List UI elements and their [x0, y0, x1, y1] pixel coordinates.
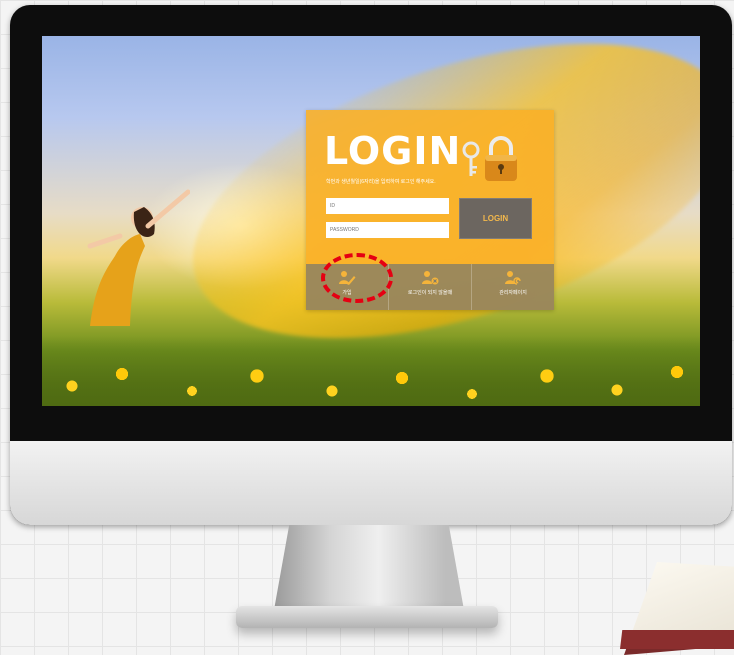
highlight-annotation [321, 253, 393, 303]
id-input[interactable] [326, 198, 449, 214]
login-button[interactable]: LOGIN [459, 198, 532, 239]
login-help-label: 로그인이 되지 않을때 [407, 290, 453, 296]
password-input[interactable] [326, 222, 449, 238]
woman-illustration [87, 189, 190, 326]
admin-page-label: 관리자페이지 [499, 290, 527, 296]
login-instructions: 학번과 생년월일(6자리)을 입력하여 로그인 해주세요. [326, 179, 436, 185]
monitor: LOGIN 학번과 생년월일(6자리)을 입력하여 로그인 해주세요. LOGI… [10, 5, 732, 525]
screen: LOGIN 학번과 생년월일(6자리)을 입력하여 로그인 해주세요. LOGI… [42, 36, 700, 406]
monitor-chin [10, 441, 732, 525]
user-admin-icon [505, 271, 521, 285]
monitor-base [236, 606, 498, 628]
key-lock-icon [462, 136, 517, 181]
user-x-icon [422, 271, 439, 285]
login-help-link[interactable]: 로그인이 되지 않을때 [388, 264, 471, 310]
book-cover-decoration [620, 630, 734, 649]
monitor-stand [274, 525, 464, 610]
admin-page-link[interactable]: 관리자페이지 [471, 264, 554, 310]
flower-field [42, 336, 700, 406]
login-title: LOGIN [324, 129, 462, 173]
